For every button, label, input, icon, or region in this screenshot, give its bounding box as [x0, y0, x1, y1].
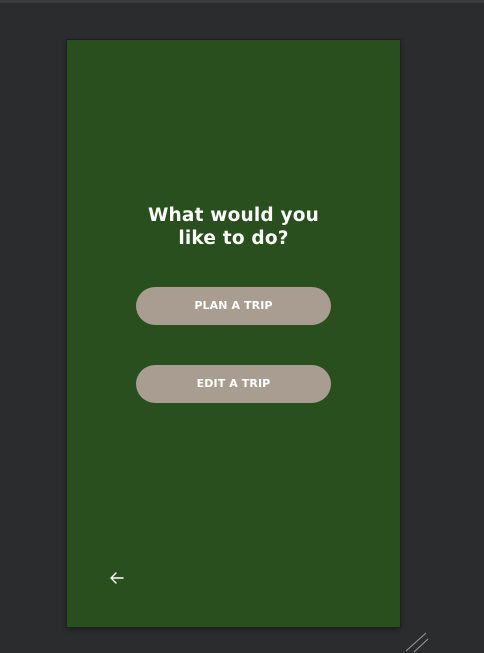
resize-grip-icon[interactable]	[400, 630, 430, 653]
question-line-2: like to do?	[178, 228, 289, 249]
mobile-screen: What would you like to do? PLAN A TRIP E…	[67, 40, 400, 627]
plan-trip-button[interactable]: PLAN A TRIP	[136, 287, 331, 325]
question-heading: What would you like to do?	[67, 204, 400, 250]
workspace-top-bar	[0, 0, 484, 3]
question-line-1: What would you	[147, 205, 320, 226]
back-button[interactable]	[107, 568, 127, 588]
arrow-left-icon	[110, 572, 124, 584]
edit-trip-button[interactable]: EDIT A TRIP	[136, 365, 331, 403]
